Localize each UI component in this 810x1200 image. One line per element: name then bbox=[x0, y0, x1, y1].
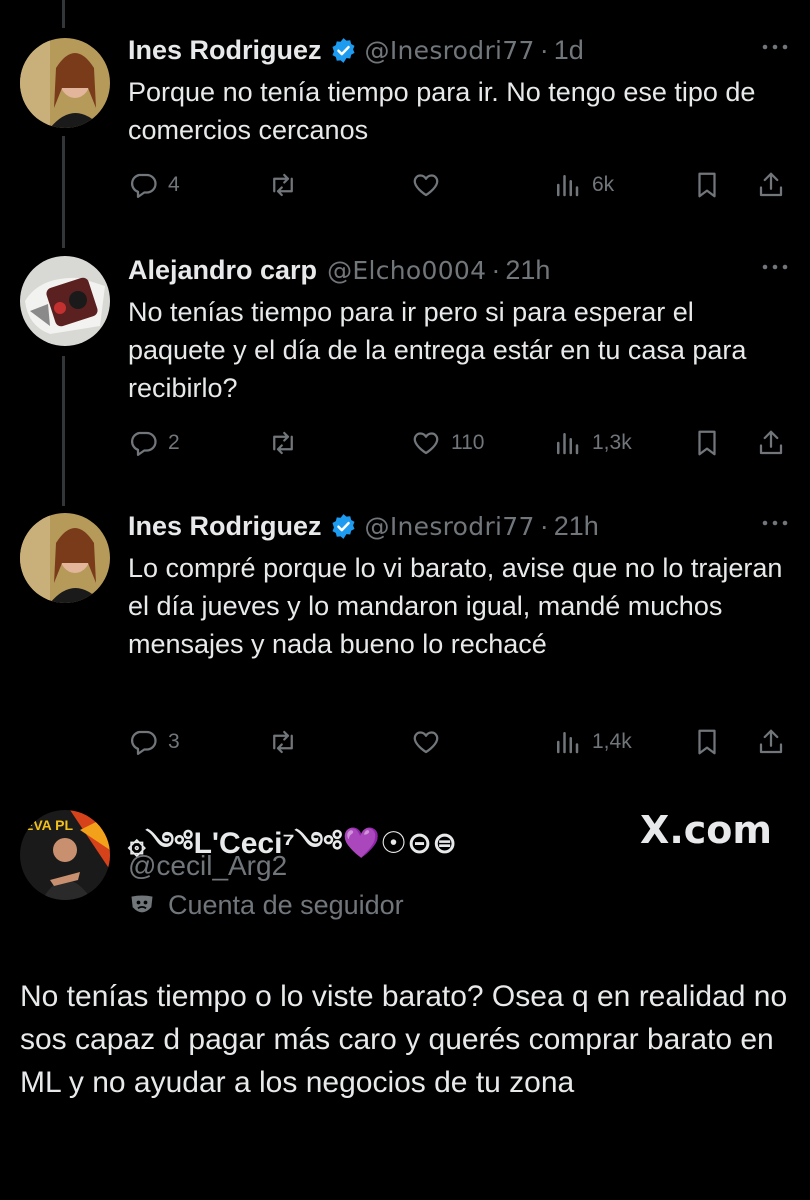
retweet-button[interactable] bbox=[268, 423, 308, 463]
avatar[interactable] bbox=[20, 513, 110, 603]
author-name[interactable]: Ines Rodriguez bbox=[128, 35, 322, 66]
follower-label-text: Cuenta de seguidor bbox=[168, 890, 404, 920]
views-button[interactable]: 1,3k bbox=[552, 423, 632, 463]
bookmark-button[interactable] bbox=[692, 423, 722, 463]
avatar[interactable] bbox=[20, 38, 110, 128]
views-count: 6k bbox=[592, 173, 615, 196]
theater-mask-icon bbox=[131, 895, 153, 912]
like-button[interactable] bbox=[411, 165, 451, 205]
reply-count: 4 bbox=[168, 173, 180, 196]
views-count: 1,4k bbox=[592, 730, 632, 753]
tweet-text: Lo compré porque lo vi barato, avise que… bbox=[128, 553, 783, 659]
timestamp[interactable]: 21h bbox=[554, 511, 599, 542]
thread-line bbox=[62, 0, 65, 28]
bookmark-button[interactable] bbox=[692, 722, 722, 762]
reply-button[interactable]: 3 bbox=[128, 722, 180, 762]
more-icon[interactable] bbox=[760, 513, 790, 533]
reply-count: 2 bbox=[168, 431, 180, 454]
like-count: 110 bbox=[451, 431, 485, 454]
retweet-icon bbox=[273, 173, 293, 197]
tweet-text: No tenías tiempo para ir pero si para es… bbox=[128, 297, 747, 403]
like-button[interactable] bbox=[411, 722, 451, 762]
separator-dot: · bbox=[491, 254, 501, 285]
share-button[interactable] bbox=[756, 423, 786, 463]
x-brand-logo: X.com bbox=[640, 808, 772, 852]
retweet-button[interactable] bbox=[268, 722, 308, 762]
tweet-text: Porque no tenía tiempo para ir. No tengo… bbox=[128, 77, 756, 145]
retweet-icon bbox=[273, 730, 293, 754]
views-icon bbox=[557, 175, 579, 197]
follower-account-label: Cuenta de seguidor bbox=[128, 890, 404, 921]
heart-icon bbox=[413, 731, 439, 754]
avatar[interactable]: EVA PL bbox=[20, 810, 110, 900]
views-icon bbox=[557, 732, 579, 754]
reply-button[interactable]: 2 bbox=[128, 423, 180, 463]
more-icon[interactable] bbox=[760, 37, 790, 57]
heart-icon bbox=[413, 432, 439, 455]
action-bar: 4 6k bbox=[128, 165, 788, 205]
author-handle[interactable]: @Inesrodri77 bbox=[365, 512, 535, 541]
author-name[interactable]: Ines Rodriguez bbox=[128, 511, 322, 542]
reply-button[interactable]: 4 bbox=[128, 165, 180, 205]
avatar-lettering: EVA PL bbox=[24, 817, 73, 833]
share-icon bbox=[759, 172, 783, 197]
thread-line bbox=[62, 136, 65, 248]
share-button[interactable] bbox=[756, 722, 786, 762]
verified-badge-icon bbox=[330, 37, 357, 64]
bookmark-icon bbox=[698, 430, 716, 456]
views-icon bbox=[557, 433, 579, 455]
action-bar: 2 110 1,3k bbox=[128, 423, 788, 463]
reply-icon bbox=[131, 730, 157, 755]
timestamp[interactable]: 1d bbox=[554, 35, 584, 66]
reply-text: No tenías tiempo o lo viste barato? Osea… bbox=[20, 980, 788, 1099]
author-handle[interactable]: @Elcho0004 bbox=[327, 256, 486, 285]
views-count: 1,3k bbox=[592, 431, 632, 454]
verified-badge-icon bbox=[330, 513, 357, 540]
views-button[interactable]: 1,4k bbox=[552, 722, 632, 762]
avatar-image: EVA PL bbox=[20, 810, 110, 900]
action-bar: 3 1,4k bbox=[128, 722, 788, 762]
author-name[interactable]: Alejandro carp bbox=[128, 255, 317, 286]
retweet-button[interactable] bbox=[268, 165, 308, 205]
avatar-image bbox=[20, 513, 110, 603]
views-button[interactable]: 6k bbox=[552, 165, 614, 205]
share-icon bbox=[759, 729, 783, 754]
reply-icon bbox=[131, 431, 157, 456]
share-button[interactable] bbox=[756, 165, 786, 205]
share-icon bbox=[759, 430, 783, 455]
retweet-icon bbox=[273, 431, 293, 455]
reply-count: 3 bbox=[168, 730, 180, 753]
reply-author-handle[interactable]: @cecil_Arg2 bbox=[128, 850, 287, 882]
more-icon[interactable] bbox=[760, 257, 790, 277]
heart-icon bbox=[413, 174, 439, 197]
avatar-image bbox=[20, 38, 110, 128]
bookmark-button[interactable] bbox=[692, 165, 722, 205]
author-handle[interactable]: @Inesrodri77 bbox=[365, 36, 535, 65]
like-button[interactable]: 110 bbox=[411, 423, 484, 463]
avatar-image bbox=[20, 256, 110, 346]
bookmark-icon bbox=[698, 729, 716, 755]
thread-line bbox=[62, 356, 65, 506]
separator-dot: · bbox=[539, 34, 549, 65]
reply-icon bbox=[131, 173, 157, 198]
timestamp[interactable]: 21h bbox=[505, 255, 550, 286]
avatar[interactable] bbox=[20, 256, 110, 346]
bookmark-icon bbox=[698, 172, 716, 198]
separator-dot: · bbox=[539, 510, 549, 541]
